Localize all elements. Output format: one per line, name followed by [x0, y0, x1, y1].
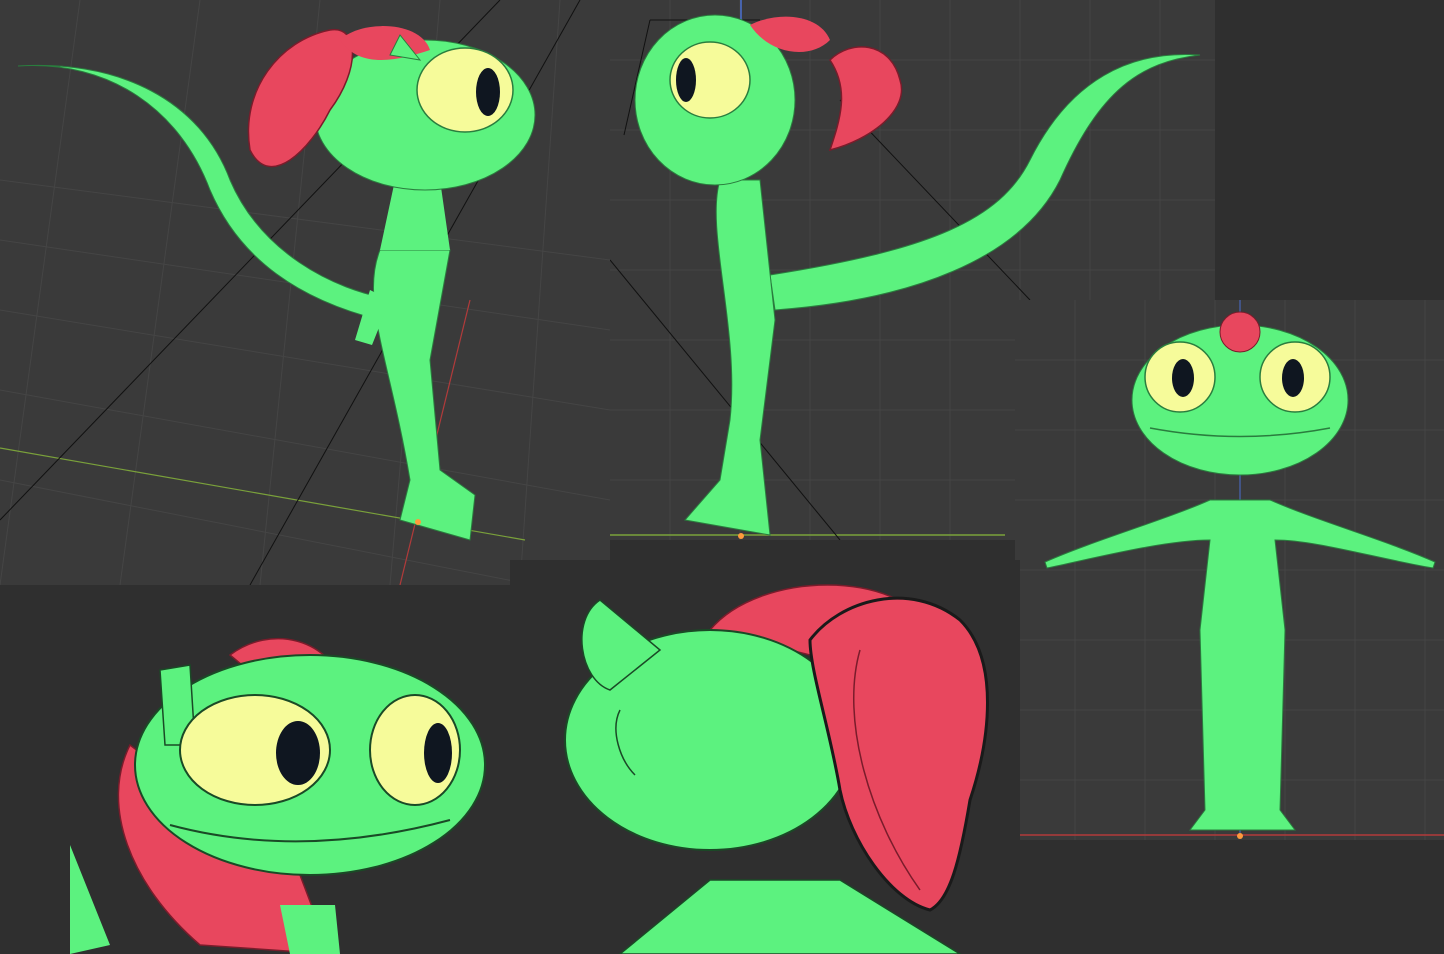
viewport-canvas — [0, 0, 610, 585]
viewport-canvas — [510, 560, 1020, 954]
perspective-side-viewport[interactable] — [0, 0, 610, 585]
front-viewport[interactable] — [1015, 300, 1444, 840]
face-closeup-viewport[interactable] — [70, 585, 510, 954]
head-back-closeup-viewport[interactable] — [510, 560, 1020, 954]
viewport-canvas — [1015, 300, 1444, 840]
viewport-canvas — [70, 585, 510, 954]
